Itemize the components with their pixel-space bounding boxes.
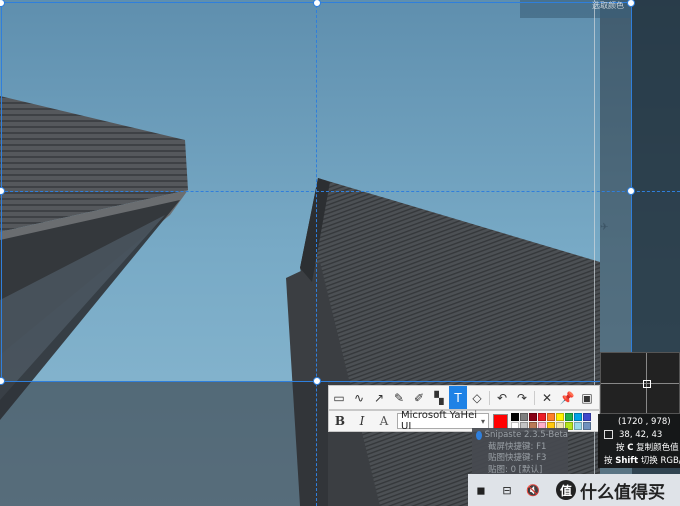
outline-button[interactable]: A — [373, 411, 395, 431]
mosaic-tool[interactable]: ▚ — [429, 386, 449, 409]
switch-format-hint: 按 Shift 切换 RGB/HE — [604, 456, 680, 466]
resize-handle-bottom[interactable] — [313, 377, 321, 385]
top-hint-text: 选取颜色 — [592, 1, 624, 10]
tray-menu-item[interactable]: 贴图快捷键: F3 — [476, 453, 568, 465]
palette-color-0[interactable] — [511, 412, 519, 421]
chevron-down-icon: ▾ — [480, 416, 485, 426]
tray-menu-item[interactable]: Snipaste 2.3.5-Beta — [476, 430, 568, 442]
palette-color-8[interactable] — [583, 412, 591, 421]
close-button[interactable]: ✕ — [537, 386, 557, 409]
copy-color-hint: 按 C 复制颜色值 — [616, 443, 679, 453]
crosshair-guide-horizontal — [0, 191, 680, 192]
toolbar-divider — [489, 390, 490, 405]
eraser-tool[interactable]: ◇ — [467, 386, 487, 409]
airplane-icon: ✈ — [600, 222, 609, 233]
curve-tool[interactable]: ∿ — [349, 386, 369, 409]
cursor-coordinates: (1720 , 978) — [618, 417, 671, 427]
redo-button[interactable]: ↷ — [512, 386, 532, 409]
color-swatch — [604, 430, 613, 439]
annotation-toolbar: ▭ ∿ ↗ ✎ ✐ ▚ T ◇ ↶ ↷ ✕ 📌 ▣ — [328, 385, 600, 410]
pencil-tool[interactable]: ✎ — [389, 386, 409, 409]
bookmark-icon[interactable]: ◼ — [468, 474, 494, 506]
snipaste-icon — [476, 431, 482, 441]
palette-color-1[interactable] — [520, 412, 528, 421]
pin-button[interactable]: 📌 — [557, 386, 577, 409]
toolbar-divider — [534, 390, 535, 405]
bold-button[interactable]: B — [329, 411, 351, 431]
font-select-value: Microsoft YaHei UI — [401, 410, 477, 432]
palette-color-6[interactable] — [565, 412, 573, 421]
arrow-tool[interactable]: ↗ — [369, 386, 389, 409]
save-button[interactable]: ▣ — [577, 386, 597, 409]
current-color-swatch[interactable] — [493, 413, 508, 429]
text-tool[interactable]: T — [449, 386, 467, 409]
marker-tool[interactable]: ✐ — [409, 386, 429, 409]
tray-menu-item[interactable]: 截屏快捷键: F1 — [476, 442, 568, 454]
palette-color-16[interactable] — [574, 421, 582, 430]
palette-color-2[interactable] — [529, 412, 537, 421]
network-icon[interactable]: ⊟ — [494, 474, 520, 506]
magnifier-view — [600, 352, 680, 414]
color-palette — [511, 412, 591, 430]
resize-handle-right[interactable] — [627, 187, 635, 195]
magnifier-center-pixel — [643, 380, 651, 388]
watermark-logo: 值 — [556, 480, 576, 500]
palette-color-7[interactable] — [574, 412, 582, 421]
palette-color-3[interactable] — [538, 412, 546, 421]
palette-color-17[interactable] — [583, 421, 591, 430]
italic-button[interactable]: I — [351, 411, 373, 431]
rgb-readout: 38, 42, 43 — [598, 429, 680, 442]
taskbar: ◼ ⊟ 🔇 值 什么值得买 — [468, 474, 680, 506]
watermark-text: 什么值得买 — [580, 482, 665, 503]
magnifier-crosshair-h — [601, 383, 679, 384]
undo-button[interactable]: ↶ — [492, 386, 512, 409]
palette-color-5[interactable] — [556, 412, 564, 421]
tray-menu: Snipaste 2.3.5-Beta 截屏快捷键: F1 贴图快捷键: F3 贴图:… — [472, 428, 568, 475]
watermark: 值 什么值得买 — [556, 478, 665, 503]
palette-color-4[interactable] — [547, 412, 555, 421]
volume-muted-icon[interactable]: 🔇 — [520, 474, 546, 506]
color-info-panel: (1720 , 978) 38, 42, 43 按 C 复制颜色值 按 Shif… — [598, 414, 680, 468]
font-select[interactable]: Microsoft YaHei UI ▾ — [397, 410, 489, 432]
crosshair-guide-vertical — [316, 0, 317, 506]
rectangle-tool[interactable]: ▭ — [329, 386, 349, 409]
